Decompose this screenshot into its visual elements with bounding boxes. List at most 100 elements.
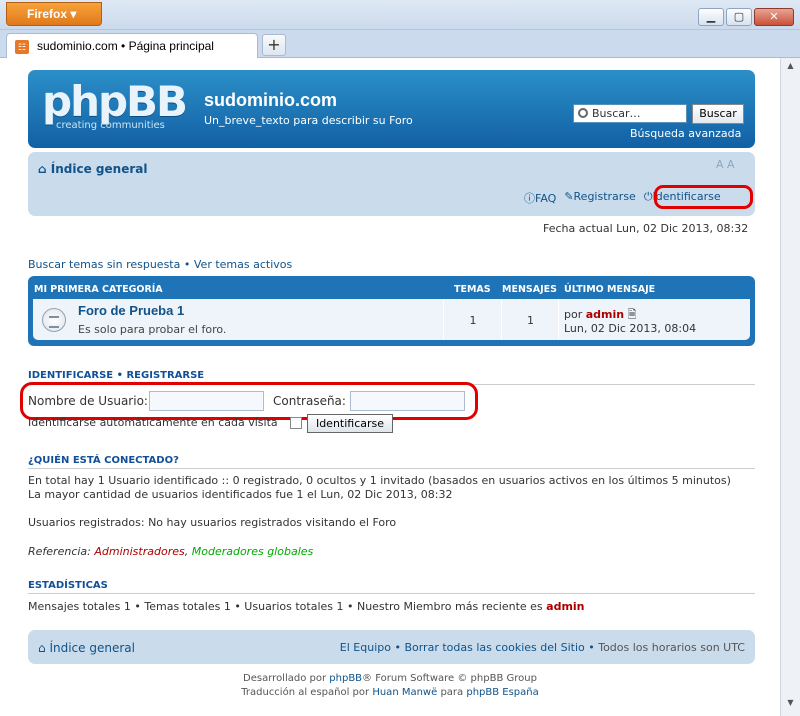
col-posts-header: MENSAJES — [502, 284, 557, 295]
col-last-header: ÚLTIMO MENSAJE — [564, 284, 656, 295]
login-submit-button[interactable]: Identificarse — [307, 414, 393, 433]
tab-title: sudominio.com • Página principal — [37, 39, 214, 53]
minimize-button[interactable]: ▁ — [698, 8, 724, 26]
current-date: Fecha actual Lun, 02 Dic 2013, 08:32 — [543, 222, 749, 235]
timezone-note: Todos los horarios son UTC — [598, 641, 745, 654]
autologin-label: Identificarse automáticamente en cada vi… — [28, 416, 278, 429]
highlight-annotation — [654, 185, 753, 209]
newest-member-link[interactable]: admin — [546, 600, 584, 613]
logo-text: phpBB — [42, 77, 188, 126]
register-link[interactable]: ✎Registrarse — [564, 190, 636, 206]
forum-description: Es solo para probar el foro. — [78, 323, 227, 336]
faq-link[interactable]: ⓘFAQ — [524, 190, 556, 206]
new-tab-button[interactable]: + — [262, 34, 286, 56]
delete-cookies-link[interactable]: Borrar todas las cookies del Sitio — [404, 641, 584, 654]
favicon-icon: ☷ — [15, 40, 29, 54]
home-icon: ⌂ — [38, 162, 47, 176]
who-online-title[interactable]: ¿QUIÉN ESTÁ CONECTADO? — [28, 455, 179, 466]
search-icon — [578, 108, 588, 118]
col-topics-header: TEMAS — [454, 284, 491, 295]
team-link[interactable]: El Equipo — [340, 641, 391, 654]
breadcrumb-home-label: Índice general — [50, 162, 148, 176]
font-size-toggle[interactable]: A A — [716, 158, 735, 171]
search-placeholder: Buscar… — [592, 107, 641, 120]
page-viewport: phpBB creating communities sudominio.com… — [0, 58, 780, 716]
site-description: Un_breve_texto para describir su Foro — [204, 114, 413, 127]
browser-tab[interactable]: ☷ sudominio.com • Página principal — [6, 33, 258, 59]
translation-credit: Traducción al español por Huan Manwë par… — [0, 686, 780, 700]
posts-cell: 1 — [501, 299, 558, 340]
navbar: ⌂ Índice general A A ⓘFAQ ✎Registrarse ⏻… — [28, 152, 755, 216]
site-header: phpBB creating communities sudominio.com… — [28, 70, 755, 148]
vertical-scrollbar[interactable]: ▲ ▼ — [780, 58, 800, 716]
powered-post: ® Forum Software © phpBB Group — [362, 673, 537, 684]
scroll-up-icon[interactable]: ▲ — [783, 61, 798, 76]
powered-by: Desarrollado por phpBB® Forum Software ©… — [0, 672, 780, 686]
highlight-annotation — [20, 382, 478, 420]
quick-links: Buscar temas sin respuesta • Ver temas a… — [28, 258, 292, 271]
faq-label: FAQ — [535, 192, 557, 205]
breadcrumb-home[interactable]: ⌂ Índice general — [38, 162, 147, 176]
phpbb-espana-link[interactable]: phpBB España — [466, 687, 538, 698]
tab-bar: ☷ sudominio.com • Página principal + — [0, 30, 800, 59]
footer-home-label: Índice general — [49, 641, 135, 655]
category-title[interactable]: MI PRIMERA CATEGORÍA — [34, 284, 163, 295]
login-section-title[interactable]: IDENTIFICARSE • REGISTRARSE — [28, 370, 204, 381]
phpbb-link[interactable]: phpBB — [329, 673, 362, 684]
divider — [28, 468, 755, 469]
registered-users: Usuarios registrados: No hay usuarios re… — [28, 516, 397, 529]
legend-mods-link[interactable]: Moderadores globales — [192, 545, 314, 558]
legend-prefix: Referencia: — [28, 545, 95, 558]
record-users: La mayor cantidad de usuarios identifica… — [28, 488, 453, 501]
footer-navbar: ⌂ Índice general El Equipo • Borrar toda… — [28, 630, 755, 664]
footer-links: El Equipo • Borrar todas las cookies del… — [339, 641, 745, 654]
legend-admins-link[interactable]: Administradores — [94, 545, 184, 558]
legend: Referencia: Administradores, Moderadores… — [28, 545, 314, 558]
firefox-menu-button[interactable]: Firefox ▾ — [6, 2, 102, 26]
trans-pre: Traducción al español por — [241, 687, 373, 698]
topics-cell: 1 — [443, 299, 501, 340]
power-icon: ⏻ — [643, 190, 653, 203]
last-post-date: Lun, 02 Dic 2013, 08:04 — [564, 322, 697, 335]
forum-read-icon — [42, 308, 66, 332]
stats-title: ESTADÍSTICAS — [28, 580, 108, 591]
footer-home-link[interactable]: ⌂ Índice general — [38, 641, 135, 655]
who-online-summary: En total hay 1 Usuario identificado :: 0… — [28, 474, 731, 487]
window-controls: ▁ ▢ ✕ — [698, 8, 794, 26]
powered-pre: Desarrollado por — [243, 673, 330, 684]
column-divider — [558, 299, 559, 340]
help-icon: ⓘ — [524, 192, 535, 205]
window-titlebar: Firefox ▾ ▁ ▢ ✕ — [0, 0, 800, 30]
register-icon: ✎ — [564, 190, 574, 203]
search-button[interactable]: Buscar — [692, 104, 744, 124]
trans-mid: para — [437, 687, 467, 698]
search-input[interactable]: Buscar… — [573, 104, 687, 123]
close-window-button[interactable]: ✕ — [754, 8, 794, 26]
forum-row: Foro de Prueba 1 Es solo para probar el … — [33, 299, 750, 340]
scroll-down-icon[interactable]: ▼ — [783, 698, 798, 713]
divider — [28, 593, 755, 594]
who-online-text: En total hay 1 Usuario identificado :: 0… — [28, 474, 755, 530]
stats-summary: Mensajes totales 1 • Temas totales 1 • U… — [28, 600, 547, 613]
register-label: Registrarse — [573, 190, 636, 203]
posts-count: 1 — [527, 314, 534, 327]
copyright: Desarrollado por phpBB® Forum Software ©… — [0, 672, 780, 700]
separator: • — [183, 258, 191, 271]
last-post-prefix: por — [564, 308, 583, 321]
topics-count: 1 — [469, 314, 477, 327]
stats-text: Mensajes totales 1 • Temas totales 1 • U… — [28, 600, 585, 613]
active-topics-link[interactable]: Ver temas activos — [194, 258, 292, 271]
home-icon: ⌂ — [38, 641, 46, 655]
forum-title-link[interactable]: Foro de Prueba 1 — [78, 303, 184, 318]
last-post-user-link[interactable]: admin — [586, 308, 624, 321]
view-latest-post-icon[interactable]: 🗎 — [628, 308, 637, 321]
phpbb-logo[interactable]: phpBB creating communities — [42, 80, 192, 136]
unanswered-topics-link[interactable]: Buscar temas sin respuesta — [28, 258, 180, 271]
translator-link[interactable]: Huan Manwë — [372, 687, 437, 698]
site-title: sudominio.com — [204, 90, 338, 110]
autologin-checkbox[interactable] — [290, 417, 302, 429]
forum-category-box: MI PRIMERA CATEGORÍA TEMAS MENSAJES ÚLTI… — [28, 276, 755, 346]
advanced-search-link[interactable]: Búsqueda avanzada — [630, 127, 741, 140]
maximize-button[interactable]: ▢ — [726, 8, 752, 26]
